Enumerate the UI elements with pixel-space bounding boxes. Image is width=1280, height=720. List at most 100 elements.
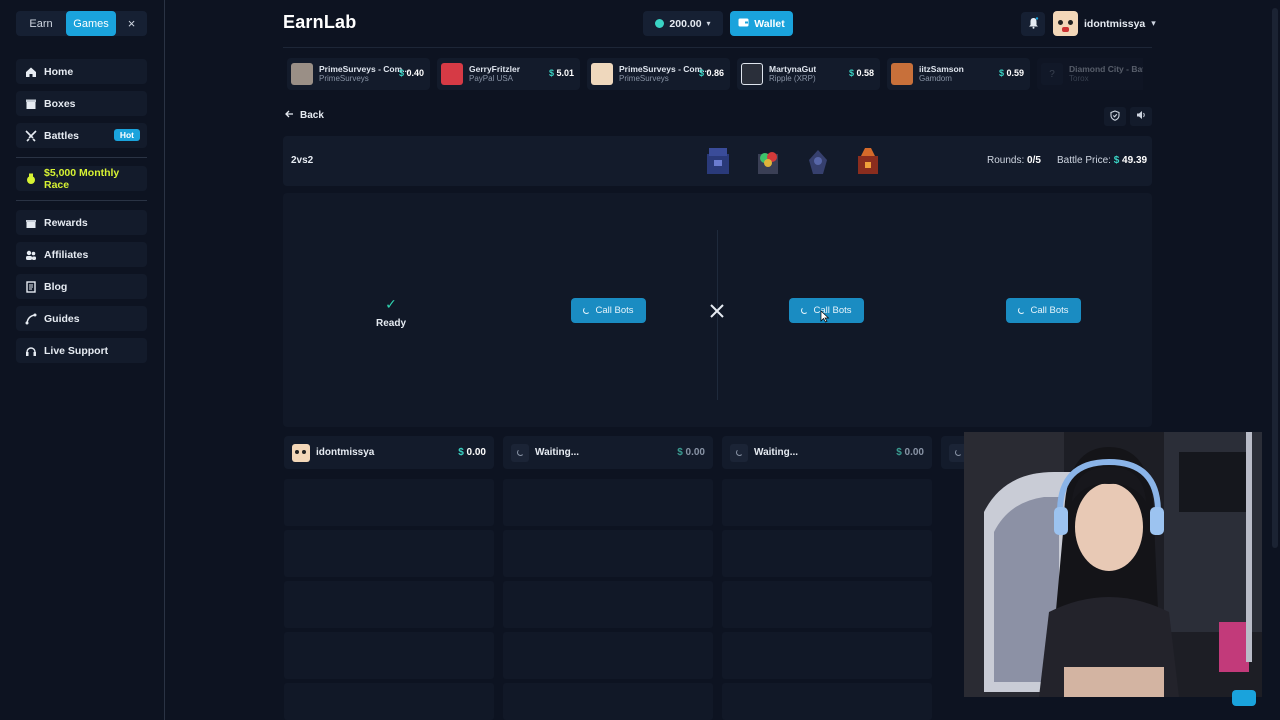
notifications-button[interactable]: [1021, 12, 1045, 36]
sound-toggle-button[interactable]: [1130, 107, 1152, 126]
sidebar-item-monthly-race[interactable]: $5,000 Monthly Race: [16, 166, 147, 191]
sidebar-item-battles[interactable]: Battles Hot: [16, 123, 147, 148]
sidebar-item-label: Rewards: [44, 216, 88, 229]
battle-header: 2vs2 Rounds: 0/5 Battle Price: $ 49.39: [283, 136, 1152, 186]
coin-icon: [655, 19, 665, 28]
ticker-source: PayPal USA: [469, 74, 514, 83]
sidebar-item-boxes[interactable]: Boxes: [16, 91, 147, 116]
player-name: Waiting...: [535, 447, 580, 458]
sidebar-item-home[interactable]: Home: [16, 59, 147, 84]
shield-icon: [1110, 109, 1120, 124]
guides-icon: [25, 313, 37, 325]
sidebar-item-label: Live Support: [44, 344, 109, 357]
ticker-item[interactable]: PrimeSurveys - Com... PrimeSurveys $ 0.86: [587, 58, 730, 90]
username: idontmissya: [1084, 17, 1146, 30]
ticker-item[interactable]: iitzSamson Gamdom $ 0.59: [887, 58, 1030, 90]
earnlab-logo[interactable]: EarnLab: [283, 12, 356, 33]
item-slot: [284, 683, 494, 720]
wallet-button[interactable]: Wallet: [730, 11, 793, 36]
users-icon: [25, 249, 37, 261]
item-slot: [284, 632, 494, 679]
case-image[interactable]: [703, 144, 733, 178]
loading-icon: [511, 443, 529, 462]
question-icon: ?: [1041, 63, 1063, 85]
user-avatar: [441, 63, 463, 85]
ticker-item[interactable]: GerryFritzler PayPal USA $ 5.01: [437, 58, 580, 90]
balance-value: 200.00: [669, 17, 702, 30]
ticker-amount: $ 0.58: [848, 68, 874, 78]
spinner-icon: [583, 307, 591, 314]
tab-games[interactable]: Games: [66, 11, 116, 36]
call-bots-label: Call Bots: [595, 305, 634, 316]
user-avatar: [291, 63, 313, 85]
player-card[interactable]: idontmissya $ 0.00: [284, 436, 494, 469]
item-slot: [503, 581, 713, 628]
ticker-amount-value: 0.58: [856, 68, 874, 78]
case-image[interactable]: [803, 144, 833, 178]
call-bots-button[interactable]: Call Bots: [571, 298, 646, 323]
sidebar-item-label: Boxes: [44, 97, 76, 110]
back-button[interactable]: Back: [285, 110, 324, 121]
ticker-amount: $ 0.59: [998, 68, 1024, 78]
provably-fair-button[interactable]: [1104, 107, 1126, 126]
ticker-item[interactable]: ? Diamond City - Bat...Torox: [1037, 58, 1143, 90]
player-slot-ready: ✓ Ready: [375, 296, 407, 329]
headset-icon: [25, 345, 37, 357]
crossed-swords-icon: [710, 304, 724, 318]
case-image[interactable]: [853, 144, 883, 178]
ticker-name: PrimeSurveys - Com...: [619, 64, 710, 74]
player-card[interactable]: Waiting... $ 0.00: [503, 436, 713, 469]
battle-arena: ✓ Ready Call Bots Call Bots Call Bots: [283, 193, 1152, 427]
ticker-amount-value: 5.01: [556, 68, 574, 78]
webcam-overlay: [964, 432, 1262, 697]
sidebar-item-affiliates[interactable]: Affiliates: [16, 242, 147, 267]
sidebar-item-label: Home: [44, 65, 74, 78]
back-label: Back: [300, 110, 324, 121]
call-bots-label: Call Bots: [1030, 305, 1069, 316]
ready-label: Ready: [375, 318, 406, 329]
ticker-amount: $ 5.01: [548, 68, 574, 78]
player-amount-value: 0.00: [685, 447, 705, 458]
avatar: [1053, 11, 1078, 36]
sidebar-item-blog[interactable]: Blog: [16, 274, 147, 299]
swords-icon: [25, 129, 37, 142]
item-slot: [503, 683, 713, 720]
sidebar-item-rewards[interactable]: Rewards: [16, 210, 147, 235]
case-image[interactable]: [753, 144, 783, 178]
call-bots-button[interactable]: Call Bots: [1006, 298, 1081, 323]
avatar: [292, 443, 310, 462]
gift-icon: [25, 217, 37, 229]
player-card[interactable]: Waiting... $ 0.00: [722, 436, 932, 469]
balance-selector[interactable]: 200.00 ▾: [643, 11, 723, 36]
check-icon: ✓: [385, 296, 397, 312]
arrow-left-icon: [285, 110, 294, 121]
ticker-source: Gamdom: [919, 74, 952, 83]
blog-icon: [25, 280, 37, 293]
home-icon: [25, 66, 37, 78]
header-divider: [283, 47, 1152, 48]
ticker-name: Diamond City - Bat...: [1069, 64, 1143, 74]
player-name: idontmissya: [316, 447, 375, 458]
sidebar-item-live-support[interactable]: Live Support: [16, 338, 147, 363]
scrollbar-thumb[interactable]: [1272, 8, 1278, 548]
close-icon[interactable]: ×: [116, 11, 147, 36]
sidebar-item-label: Affiliates: [44, 248, 89, 261]
sidebar: Earn Games × Home Boxes Battles Hot $5,0…: [0, 0, 165, 720]
user-avatar: [891, 63, 913, 85]
rounds-value: 0/5: [1027, 155, 1041, 166]
mode-switcher: Earn Games ×: [16, 11, 147, 36]
ticker-item[interactable]: MartynaGut Ripple (XRP) $ 0.58: [737, 58, 880, 90]
loading-icon: [730, 443, 748, 462]
sidebar-divider: [16, 200, 147, 201]
ticker-item[interactable]: PrimeSurveys - Com... PrimeSurveys $ 0.40: [287, 58, 430, 90]
support-chat-button[interactable]: [1232, 690, 1256, 706]
sidebar-item-label: Guides: [44, 312, 80, 325]
sidebar-item-guides[interactable]: Guides: [16, 306, 147, 331]
player-amount-value: 0.00: [466, 447, 486, 458]
player-name: Waiting...: [754, 447, 799, 458]
item-slot: [284, 479, 494, 526]
ticker-source: PrimeSurveys: [619, 74, 669, 83]
user-menu[interactable]: idontmissya ▾: [1053, 11, 1156, 36]
item-slot: [284, 581, 494, 628]
tab-earn[interactable]: Earn: [16, 11, 66, 36]
